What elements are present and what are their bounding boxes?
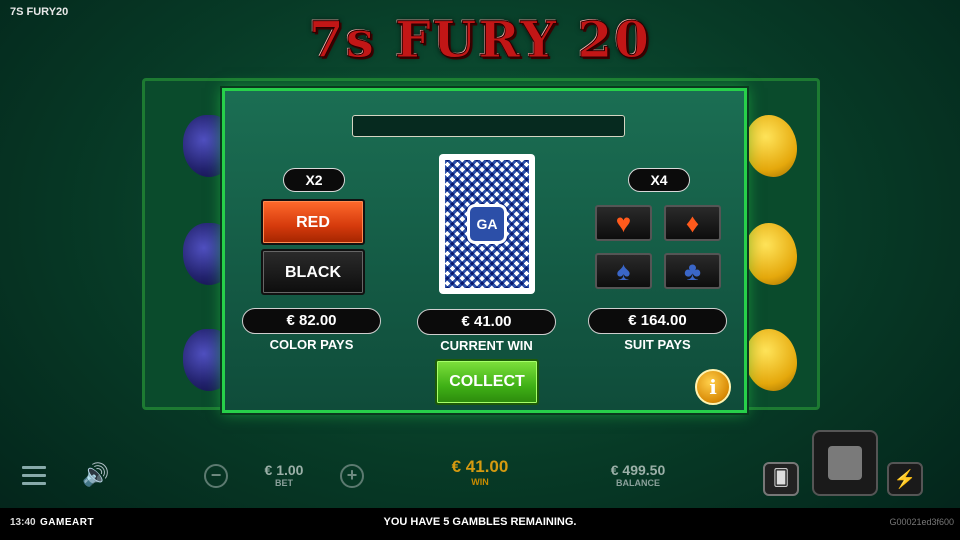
bottom-bar: 🔊 − € 1.00 BET + € 41.00 WIN € 499.50 BA… bbox=[0, 430, 960, 508]
gamble-message-bar bbox=[352, 115, 625, 137]
diamond-icon: ♦ bbox=[685, 208, 700, 238]
current-win-value: € 41.00 bbox=[417, 309, 556, 335]
black-button[interactable]: BLACK bbox=[261, 249, 365, 295]
clubs-button[interactable]: ♣ bbox=[664, 253, 721, 289]
gameart-card-logo: GA bbox=[467, 204, 507, 244]
menu-icon[interactable] bbox=[22, 466, 46, 485]
balance-value: € 499.50 bbox=[610, 462, 666, 478]
club-icon: ♣ bbox=[683, 256, 702, 286]
diamonds-button[interactable]: ♦ bbox=[664, 205, 721, 241]
color-pays-value: € 82.00 bbox=[242, 308, 381, 334]
red-button[interactable]: RED bbox=[261, 199, 365, 245]
win-display: € 41.00 WIN bbox=[435, 457, 525, 487]
bet-label: BET bbox=[275, 478, 293, 488]
game-logo: 7s FURY 20 bbox=[308, 10, 652, 70]
gambles-remaining-message: YOU HAVE 5 GAMBLES REMAINING. bbox=[383, 516, 577, 528]
cards-icon[interactable]: 🂠 bbox=[763, 462, 799, 496]
bet-display: € 1.00 BET bbox=[254, 462, 314, 488]
gamble-card-back: GA bbox=[439, 154, 535, 294]
color-multiplier: X2 bbox=[283, 168, 345, 192]
stop-icon bbox=[828, 446, 862, 480]
hearts-button[interactable]: ♥ bbox=[595, 205, 652, 241]
footer: 13:40 GAMEART YOU HAVE 5 GAMBLES REMAINI… bbox=[0, 508, 960, 540]
suit-multiplier: X4 bbox=[628, 168, 690, 192]
color-pays-label: COLOR PAYS bbox=[269, 337, 354, 352]
current-win-label: CURRENT WIN bbox=[440, 338, 533, 353]
win-value: € 41.00 bbox=[451, 457, 509, 476]
win-label: WIN bbox=[471, 477, 489, 487]
lemon-symbol bbox=[745, 223, 797, 285]
lemon-symbol bbox=[745, 115, 797, 177]
speaker-icon[interactable]: 🔊 bbox=[82, 462, 109, 488]
suit-pays-label: SUIT PAYS bbox=[624, 337, 691, 352]
lightning-icon[interactable]: ⚡ bbox=[887, 462, 923, 496]
heart-icon: ♥ bbox=[615, 208, 632, 238]
gamble-panel: X2 RED BLACK GA X4 ♥ ♦ ♠ ♣ € 82.00 COLOR… bbox=[222, 88, 747, 413]
bet-decrease-button[interactable]: − bbox=[204, 464, 228, 488]
stop-button[interactable] bbox=[812, 430, 878, 496]
bet-value: € 1.00 bbox=[264, 462, 304, 478]
balance-display: € 499.50 BALANCE bbox=[598, 462, 678, 488]
suit-pays-value: € 164.00 bbox=[588, 308, 727, 334]
spades-button[interactable]: ♠ bbox=[595, 253, 652, 289]
balance-label: BALANCE bbox=[616, 478, 660, 488]
spade-icon: ♠ bbox=[616, 256, 631, 286]
info-icon[interactable]: i bbox=[695, 369, 731, 405]
lemon-symbol bbox=[745, 329, 797, 391]
bet-increase-button[interactable]: + bbox=[340, 464, 364, 488]
collect-button[interactable]: COLLECT bbox=[435, 359, 539, 405]
game-id: G00021ed3f600 bbox=[889, 517, 954, 527]
